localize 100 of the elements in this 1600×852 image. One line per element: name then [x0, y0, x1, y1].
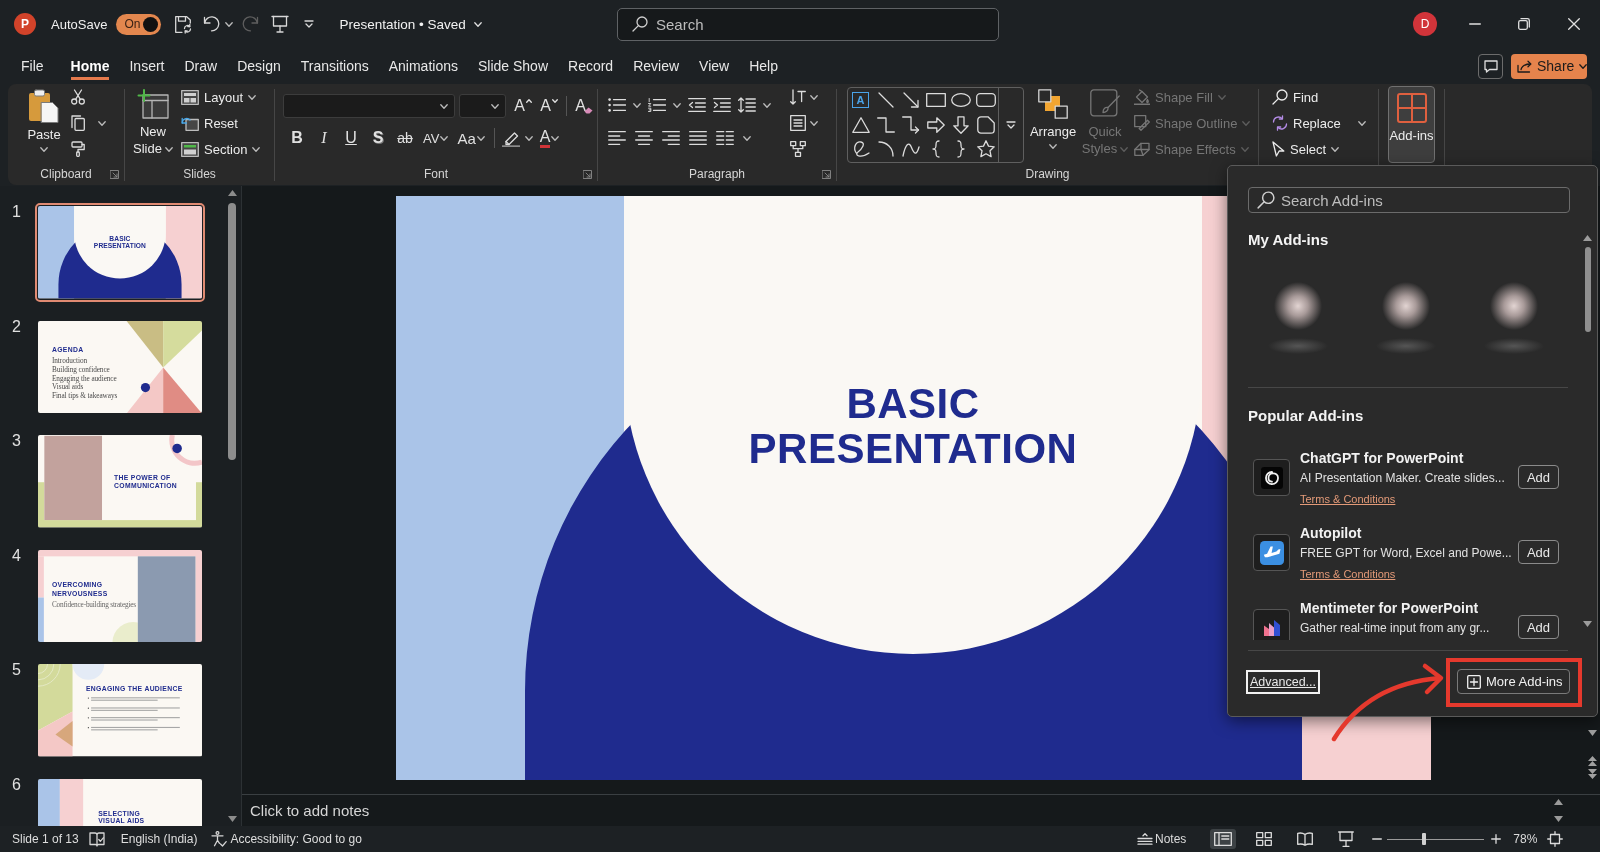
ribbon-tab[interactable]: Transitions	[300, 48, 369, 84]
line-spacing-icon[interactable]	[738, 97, 756, 113]
grow-font-button[interactable]: A	[512, 94, 534, 118]
square-crosshair-icon[interactable]	[1547, 831, 1564, 847]
scroll-down-icon[interactable]	[227, 816, 237, 822]
ribbon-tab[interactable]: Review	[633, 48, 680, 84]
elbow-arrow-icon[interactable]	[901, 115, 920, 134]
replace-button[interactable]: Replace	[1272, 112, 1366, 134]
more-addins-button[interactable]: More Add-ins	[1457, 669, 1570, 694]
caret-icon[interactable]	[763, 102, 771, 108]
rectangle-icon[interactable]	[925, 93, 946, 108]
ribbon-tab[interactable]: Help	[749, 48, 778, 84]
zoom-level[interactable]: 78%	[1513, 832, 1538, 846]
account-avatar[interactable]: D	[1413, 12, 1437, 36]
add-button[interactable]: Add	[1518, 540, 1559, 564]
triangle-icon[interactable]	[851, 116, 870, 133]
advanced-link[interactable]: Advanced...	[1246, 669, 1320, 694]
italic-button[interactable]: I	[313, 126, 335, 150]
character-spacing-button[interactable]: AV	[421, 126, 451, 150]
document-title[interactable]: Presentation • Saved	[339, 16, 482, 32]
align-left-icon[interactable]	[608, 131, 626, 145]
left-brace-icon[interactable]	[931, 140, 940, 159]
snip-corner-icon[interactable]	[976, 115, 995, 134]
caret-icon[interactable]	[743, 135, 751, 141]
autosave-toggle[interactable]: On	[116, 13, 162, 35]
bar-chevron-icon[interactable]	[304, 20, 315, 28]
slider-thumb[interactable]	[1422, 833, 1427, 845]
new-slide-button[interactable]: New Slide	[129, 84, 177, 157]
close-icon[interactable]	[1568, 18, 1580, 30]
ribbon-tab[interactable]: Animations	[388, 48, 458, 84]
paint-roller-icon[interactable]	[71, 141, 85, 157]
underline-button[interactable]: U	[340, 126, 362, 150]
bar-chevron-icon[interactable]	[1006, 121, 1016, 129]
corner-arrow-icon[interactable]	[110, 169, 119, 179]
scroll-down-icon[interactable]	[1583, 621, 1592, 627]
bold-button[interactable]: B	[286, 126, 308, 150]
line-icon[interactable]	[877, 92, 894, 109]
strikethrough-button[interactable]: ab	[394, 126, 416, 150]
align-center-icon[interactable]	[635, 131, 653, 145]
decrease-indent-icon[interactable]	[688, 98, 706, 112]
terms-link[interactable]: Terms & Conditions	[1300, 567, 1396, 581]
projector-screen-icon[interactable]	[271, 15, 290, 33]
highlighter-icon[interactable]	[501, 129, 520, 147]
search-field[interactable]: Search Add-ins	[1248, 187, 1570, 213]
arrange-button[interactable]: Arrange	[1030, 84, 1076, 149]
hierarchy-icon[interactable]	[790, 141, 806, 157]
scribble-icon[interactable]	[851, 140, 870, 159]
clear-formatting-button[interactable]: A	[573, 94, 595, 118]
ribbon-tab[interactable]: Draw	[184, 48, 218, 84]
ribbon-tab[interactable]: Design	[237, 48, 281, 84]
bullets-icon[interactable]	[608, 98, 626, 112]
accessibility-icon[interactable]	[211, 831, 228, 847]
scroll-up-icon[interactable]	[1554, 799, 1563, 805]
double-up-arrow-icon[interactable]	[1588, 756, 1597, 766]
app-logo[interactable]: P	[14, 13, 36, 35]
text-shadow-button[interactable]: S	[367, 126, 389, 150]
ribbon-tab[interactable]: File	[21, 48, 44, 84]
paste-button[interactable]: Paste	[20, 84, 68, 152]
align-right-icon[interactable]	[662, 131, 680, 145]
ribbon-tab[interactable]: Record	[568, 48, 614, 84]
add-button[interactable]: Add	[1518, 615, 1559, 639]
lines-in-box-icon[interactable]	[790, 115, 806, 131]
star-icon[interactable]	[976, 140, 995, 159]
share-button[interactable]: Share	[1511, 53, 1587, 79]
columns-icon[interactable]	[716, 131, 734, 145]
search-input[interactable]: Search Add-ins	[1281, 188, 1569, 212]
save-icon[interactable]	[174, 14, 193, 34]
reset-button[interactable]: Reset	[181, 112, 238, 134]
restore-icon[interactable]	[1518, 18, 1530, 30]
find-button[interactable]: Find	[1272, 86, 1319, 108]
add-button[interactable]: Add	[1518, 465, 1559, 489]
language-status[interactable]: English (India)	[120, 832, 198, 846]
accessibility-status[interactable]: Accessibility: Good to go	[230, 832, 362, 846]
justify-icon[interactable]	[689, 131, 707, 145]
scroll-down-icon[interactable]	[1588, 730, 1597, 736]
scroll-up-icon[interactable]	[1583, 235, 1592, 241]
minus-icon[interactable]	[1372, 838, 1383, 840]
select-button[interactable]: Select	[1272, 138, 1340, 160]
search-field[interactable]: Search	[617, 7, 999, 41]
caret-icon[interactable]	[524, 135, 533, 141]
caret-icon[interactable]	[98, 120, 106, 126]
scroll-down-icon[interactable]	[1554, 816, 1563, 822]
shrink-font-button[interactable]: A	[538, 94, 560, 118]
font-color-button[interactable]: A	[537, 126, 562, 150]
ribbon-tab[interactable]: Insert	[129, 48, 165, 84]
corner-arrow-icon[interactable]	[822, 169, 831, 179]
book-check-icon[interactable]	[88, 831, 105, 847]
plus-icon[interactable]	[1491, 834, 1502, 844]
ribbon-tab[interactable]: Slide Show	[477, 48, 548, 84]
rounded-rectangle-icon[interactable]	[975, 93, 996, 108]
caret-icon[interactable]	[810, 120, 818, 126]
elbow-connector-icon[interactable]	[876, 116, 895, 133]
down-arrow-icon[interactable]	[952, 115, 969, 134]
double-down-arrow-icon[interactable]	[1588, 769, 1597, 779]
increase-indent-icon[interactable]	[713, 98, 731, 112]
layout-button[interactable]: Layout	[181, 86, 257, 108]
diagonal-arrow-icon[interactable]	[902, 92, 919, 109]
curve-icon[interactable]	[901, 141, 920, 158]
caret-icon[interactable]	[810, 94, 818, 100]
caret-icon[interactable]	[673, 102, 681, 108]
